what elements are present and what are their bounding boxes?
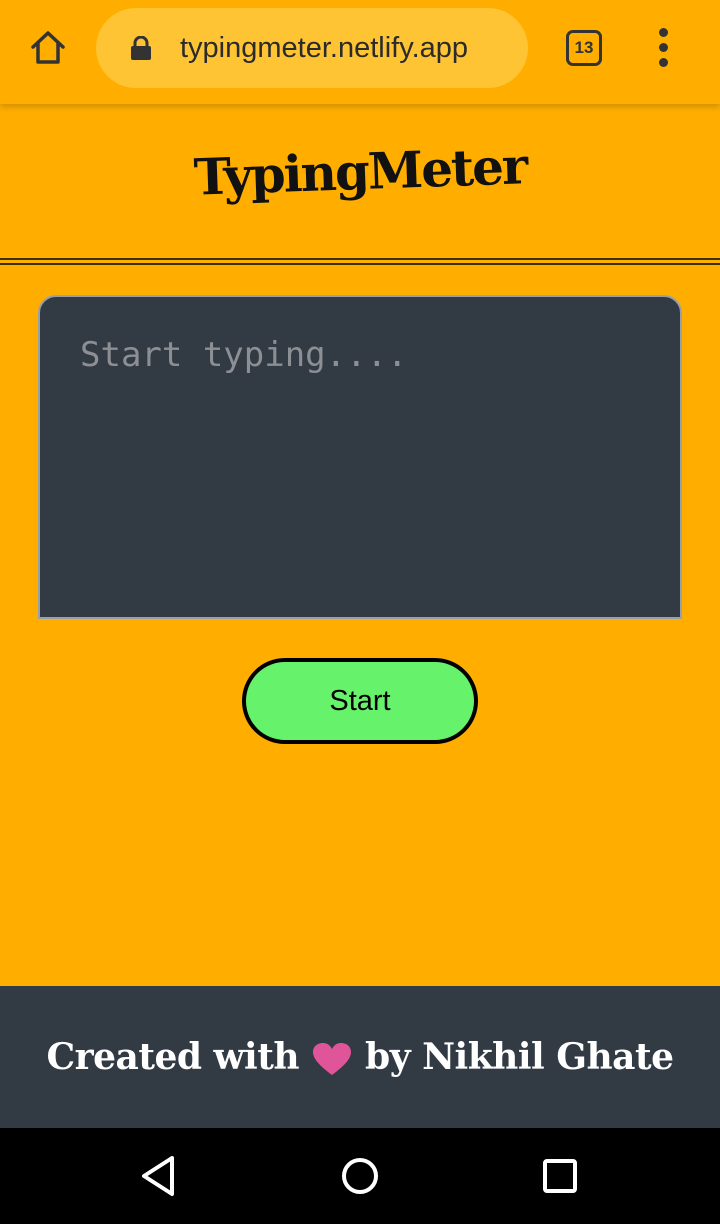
footer-author: by Nikhil Ghate: [365, 1036, 674, 1078]
tab-count: 13: [574, 38, 594, 57]
home-circle-icon: [342, 1158, 378, 1194]
footer-created-with: Created with: [46, 1036, 300, 1078]
tabs-icon: 13: [566, 30, 602, 66]
footer-credit: Created with by Nikhil Ghate: [0, 986, 720, 1128]
system-recents-button[interactable]: [536, 1152, 584, 1200]
tabs-button[interactable]: 13: [562, 28, 606, 68]
browser-home-button[interactable]: [20, 20, 76, 76]
header-divider-inner: [0, 263, 720, 265]
url-text: typingmeter.netlify.app: [180, 32, 469, 64]
address-bar[interactable]: typingmeter.netlify.app: [96, 8, 528, 88]
recents-icon: [543, 1159, 577, 1193]
start-button[interactable]: Start: [242, 658, 478, 744]
footer: Created with by Nikhil Ghate: [0, 986, 720, 1128]
back-icon: [142, 1156, 174, 1196]
typing-input[interactable]: [38, 295, 682, 619]
lock-icon: [131, 36, 151, 60]
system-back-button[interactable]: [136, 1152, 184, 1200]
system-nav-bar: [0, 1128, 720, 1224]
app-logo: TypingMeter: [192, 136, 528, 207]
heart-icon: [313, 1043, 352, 1075]
system-home-button[interactable]: [336, 1152, 384, 1200]
browser-toolbar: typingmeter.netlify.app 13: [0, 0, 720, 104]
app-header: TypingMeter: [0, 104, 720, 259]
header-divider: [0, 258, 720, 260]
overflow-menu-button[interactable]: [644, 24, 684, 72]
home-icon: [31, 31, 65, 64]
